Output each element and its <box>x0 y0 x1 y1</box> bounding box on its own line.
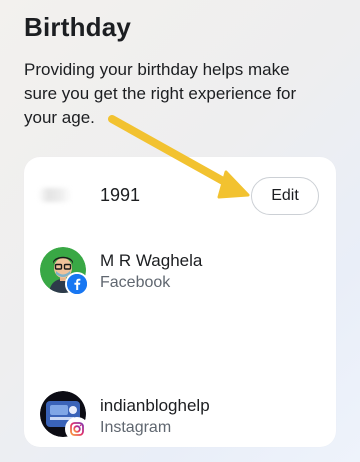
instagram-icon <box>67 419 87 439</box>
account-platform: Facebook <box>100 274 171 291</box>
facebook-icon <box>67 274 87 294</box>
birthday-description: Providing your birthday helps make sure … <box>24 60 297 127</box>
redacted-date <box>38 188 72 202</box>
page-title: Birthday <box>24 12 132 42</box>
facebook-badge <box>65 272 89 296</box>
edit-button[interactable]: Edit <box>251 177 319 215</box>
instagram-badge <box>65 417 89 441</box>
account-name: indianbloghelp <box>100 396 210 415</box>
birth-year: 1991 <box>100 185 141 205</box>
account-name: M R Waghela <box>100 251 203 270</box>
account-platform: Instagram <box>100 419 172 436</box>
